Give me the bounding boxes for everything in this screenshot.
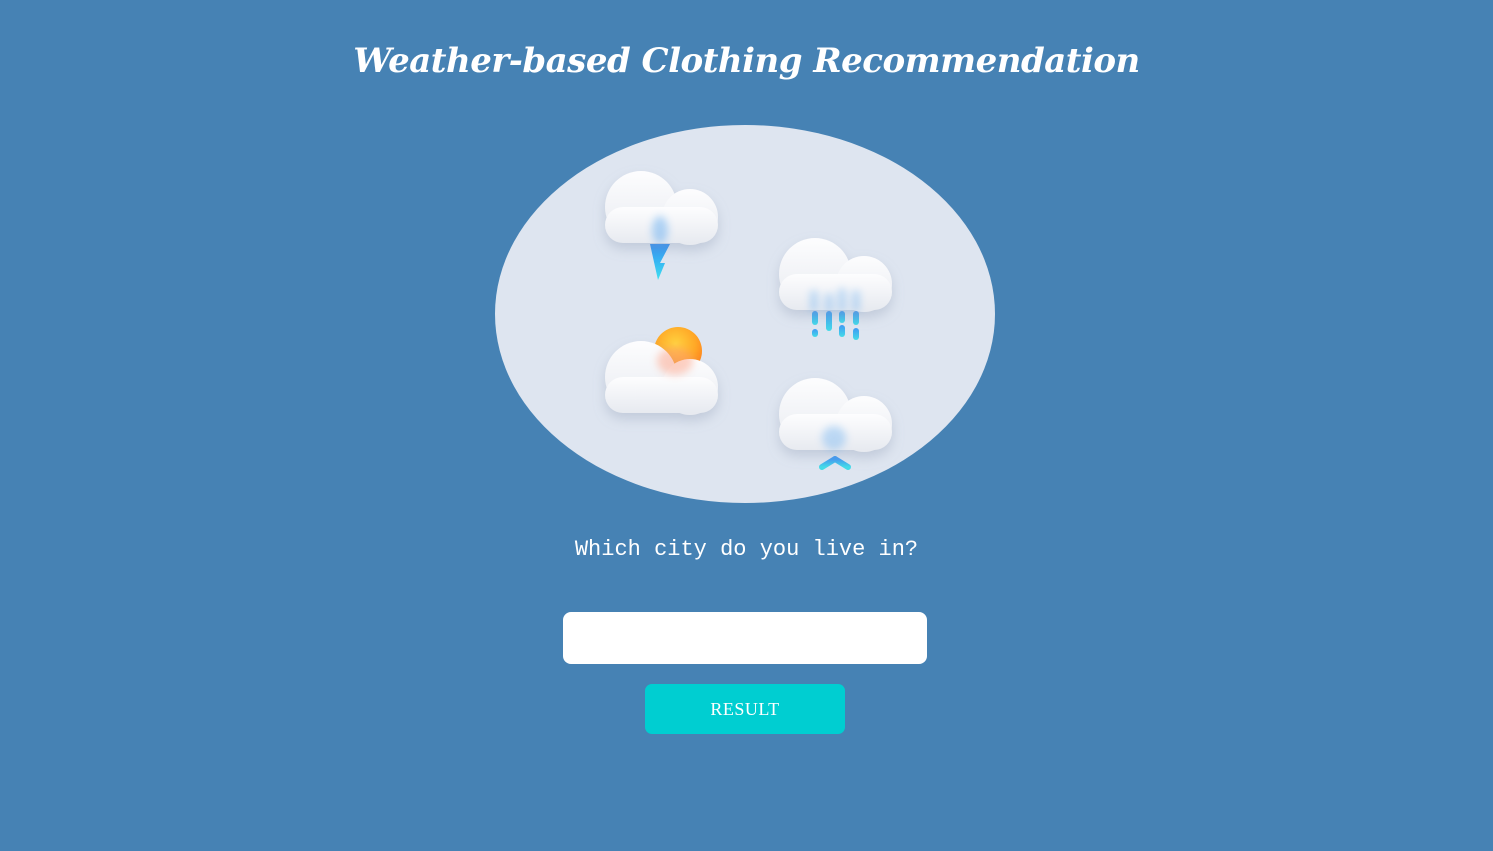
city-question-label: Which city do you live in?	[574, 537, 919, 562]
weather-icons-graphic	[605, 171, 892, 480]
page-title: Weather-based Clothing Recommendation	[353, 41, 1140, 81]
rain-cloud-icon	[779, 238, 892, 340]
weather-illustration	[495, 125, 995, 503]
partly-sunny-cloud-icon	[605, 327, 718, 415]
result-button[interactable]: RESULT	[645, 684, 845, 734]
city-input[interactable]	[563, 612, 927, 664]
thunderstorm-cloud-icon	[605, 171, 718, 280]
snow-cloud-icon	[779, 378, 892, 480]
